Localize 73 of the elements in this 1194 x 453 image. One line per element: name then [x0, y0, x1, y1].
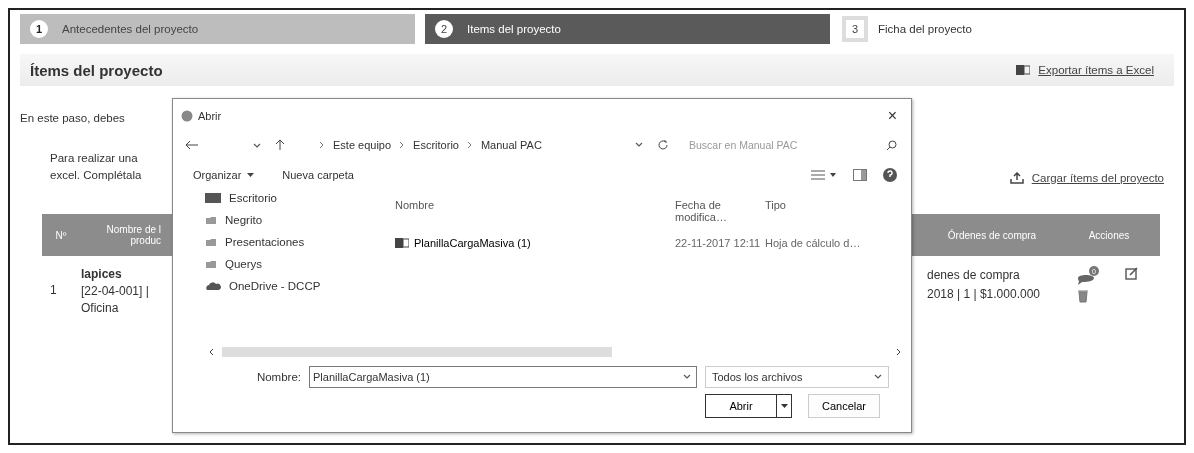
product-name: lapices: [81, 266, 122, 283]
orders-text: denes de compra: [927, 267, 1020, 284]
folder-icon: [205, 259, 217, 269]
monitor-icon: [205, 192, 221, 204]
breadcrumb-chevron-icon: [399, 141, 406, 149]
orders-text: 2018 | 1 | $1.000.000: [927, 286, 1040, 303]
intro-text: En este paso, debes: [20, 112, 125, 124]
step-label: Antecedentes del proyecto: [62, 23, 199, 35]
trash-icon[interactable]: [1077, 289, 1089, 303]
column-header: Órdenes de compra: [926, 214, 1058, 256]
close-button[interactable]: ×: [881, 107, 903, 125]
row-number: 1: [42, 256, 80, 318]
search-icon: [886, 139, 897, 151]
folder-icon: [205, 215, 217, 225]
file-row[interactable]: PlanillaCargaMasiva (1) 22-11-2017 12:11 Hoja de cálculo d…: [365, 223, 911, 249]
scroll-left-icon[interactable]: [209, 348, 214, 356]
nav-item[interactable]: OneDrive - DCCP: [205, 277, 365, 295]
upload-icon: [1009, 172, 1024, 184]
breadcrumb-item[interactable]: Manual PAC: [480, 139, 542, 151]
filename-label: Nombre:: [256, 371, 301, 383]
column-header[interactable]: Fecha de modifica…: [675, 199, 765, 223]
wizard-step[interactable]: 1 Antecedentes del proyecto: [20, 14, 415, 44]
step-label: Ficha del proyecto: [878, 23, 972, 35]
preview-pane-icon[interactable]: [853, 169, 867, 181]
column-header[interactable]: Tipo: [765, 199, 911, 223]
section-title: Ítems del proyecto: [30, 61, 163, 79]
nav-item[interactable]: Negrito: [205, 211, 365, 229]
export-link[interactable]: Exportar ítems a Excel: [1016, 64, 1154, 76]
step-number: 1: [30, 20, 48, 38]
column-header: Nº: [42, 214, 80, 256]
caret-icon: [247, 173, 255, 177]
instruction-text: excel. Complétala: [50, 168, 142, 183]
nav-item[interactable]: Presentaciones: [205, 233, 365, 251]
dialog-title: Abrir: [198, 110, 222, 122]
instruction-text: Para realizar una: [50, 151, 139, 166]
cloud-icon: [205, 281, 221, 291]
upload-link[interactable]: Cargar ítems del proyecto: [1009, 172, 1164, 184]
file-type-dropdown[interactable]: Todos los archivos: [705, 366, 889, 388]
dropdown-icon: [683, 374, 691, 380]
app-icon: [181, 110, 193, 122]
help-icon[interactable]: [883, 168, 897, 182]
column-header: Nombre de l produc: [80, 214, 163, 256]
back-arrow-icon[interactable]: [185, 140, 199, 150]
column-header: Acciones: [1058, 214, 1160, 256]
scrollbar-thumb[interactable]: [222, 347, 612, 357]
edit-icon[interactable]: [1125, 266, 1139, 280]
breadcrumb-item[interactable]: Escritorio: [413, 139, 459, 151]
step-number: 2: [435, 20, 453, 38]
caret-icon[interactable]: [780, 404, 788, 408]
breadcrumb-item[interactable]: Este equipo: [333, 139, 392, 151]
nav-item[interactable]: Escritorio: [205, 189, 365, 207]
folder-icon: [205, 237, 217, 247]
breadcrumb-chevron-icon: [466, 141, 473, 149]
step-label: Items del proyecto: [467, 23, 561, 35]
path-dropdown-icon[interactable]: [635, 142, 643, 148]
cancel-button[interactable]: Cancelar: [808, 394, 880, 418]
nav-item[interactable]: Querys: [205, 255, 365, 273]
organize-button[interactable]: Organizar: [193, 169, 255, 181]
column-header[interactable]: Nombre: [395, 199, 675, 223]
scroll-right-icon[interactable]: [896, 348, 901, 356]
product-category: Oficina: [81, 300, 119, 317]
new-folder-button[interactable]: Nueva carpeta: [282, 169, 354, 181]
wizard-step[interactable]: 2 Items del proyecto: [425, 14, 830, 44]
spreadsheet-icon: [395, 237, 409, 249]
history-dropdown-icon[interactable]: [253, 143, 261, 149]
dropdown-icon: [874, 374, 882, 380]
view-options-icon[interactable]: [811, 170, 837, 180]
product-code: [22-04-001] |: [81, 283, 149, 300]
breadcrumb-chevron-icon: [319, 141, 325, 149]
refresh-icon[interactable]: [657, 139, 669, 151]
up-arrow-icon[interactable]: [275, 139, 285, 151]
spreadsheet-icon: [1016, 64, 1031, 76]
filename-field[interactable]: PlanillaCargaMasiva (1): [309, 366, 697, 388]
